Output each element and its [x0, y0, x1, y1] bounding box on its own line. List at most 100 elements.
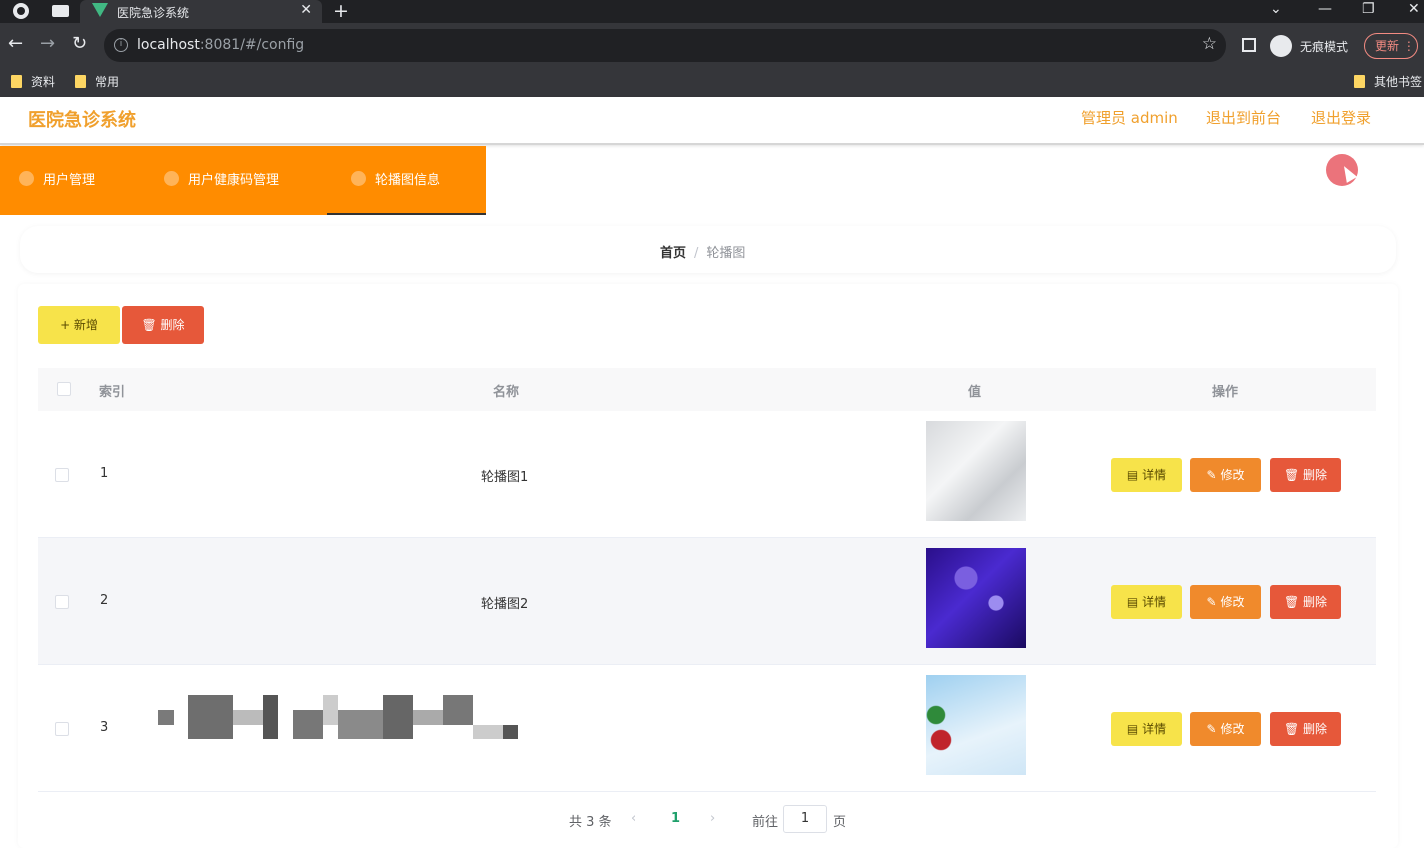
tab-list-chevron-icon[interactable]: ⌄: [1270, 1, 1282, 17]
minimize-icon[interactable]: —: [1318, 1, 1332, 17]
incognito-icon[interactable]: [1270, 35, 1292, 57]
reload-icon[interactable]: ↻: [72, 34, 87, 54]
row-checkbox[interactable]: [55, 722, 69, 736]
folder-icon: [11, 75, 22, 88]
detail-label: 详情: [1142, 595, 1167, 609]
update-button[interactable]: 更新 ⋮: [1364, 33, 1418, 59]
detail-button[interactable]: ▤ 详情: [1111, 585, 1182, 619]
delete-button[interactable]: 🗑 删除: [1270, 585, 1341, 619]
menu-item-label: 用户健康码管理: [188, 173, 280, 188]
browser-tab[interactable]: 医院急诊系统 ✕: [80, 0, 322, 23]
bookmark-star-icon[interactable]: ☆: [1202, 34, 1217, 54]
admin-label: 管理员 admin: [1081, 109, 1178, 127]
address-bar-row: ← → ↻ i localhost:8081/#/config ☆ 无痕模式 更…: [0, 23, 1424, 68]
col-actions: 操作: [1212, 385, 1239, 400]
site-info-icon[interactable]: i: [114, 38, 128, 52]
pencil-icon: ✎: [1206, 468, 1217, 482]
row-checkbox[interactable]: [55, 595, 69, 609]
page-suffix: 页: [833, 815, 847, 830]
app-header: 医院急诊系统 管理员 admin 退出到前台 退出登录: [0, 97, 1424, 145]
pencil-icon: ✎: [1206, 722, 1217, 736]
add-button[interactable]: + 新增: [38, 306, 120, 344]
next-page-icon[interactable]: ›: [710, 811, 715, 826]
trash-icon: 🗑: [141, 318, 157, 332]
select-all-checkbox[interactable]: [57, 382, 71, 396]
globe-icon[interactable]: [13, 3, 29, 19]
batch-delete-button[interactable]: 🗑 删除: [122, 306, 204, 344]
app-title: 医院急诊系统: [28, 110, 136, 131]
browser-tab-strip: 医院急诊系统 ✕ + ⌄ — ❐ ✕: [0, 0, 1424, 23]
edit-button[interactable]: ✎ 修改: [1190, 458, 1261, 492]
bookmark-folder-1[interactable]: 常用: [75, 73, 119, 90]
menu-item-health-code[interactable]: 用户健康码管理: [164, 146, 279, 215]
page-number[interactable]: 1: [671, 811, 680, 826]
pencil-icon: ✎: [1206, 595, 1217, 609]
incognito-label: 无痕模式: [1300, 40, 1349, 54]
trash-icon: 🗑: [1283, 468, 1300, 482]
breadcrumb-bar: 首页 / 轮播图: [20, 226, 1396, 273]
back-icon[interactable]: ←: [8, 34, 23, 54]
close-window-icon[interactable]: ✕: [1408, 1, 1420, 17]
other-bookmarks-label: 其他书签: [1374, 75, 1423, 89]
update-label: 更新: [1375, 39, 1400, 53]
row-name: 轮播图2: [481, 597, 529, 612]
other-bookmarks[interactable]: 其他书签: [1354, 73, 1422, 90]
delete-label: 删除: [160, 318, 185, 332]
forward-icon[interactable]: →: [40, 34, 55, 54]
url-bar[interactable]: i localhost:8081/#/config ☆: [104, 29, 1226, 62]
folder-icon: [75, 75, 86, 88]
bookmark-folder-0[interactable]: 资料: [11, 73, 55, 90]
edit-button[interactable]: ✎ 修改: [1190, 712, 1261, 746]
row-index: 3: [100, 720, 109, 735]
edit-label: 修改: [1220, 468, 1245, 482]
delete-button[interactable]: 🗑 删除: [1270, 458, 1341, 492]
row-index: 1: [100, 466, 109, 481]
carousel-image-thumb[interactable]: [926, 421, 1026, 521]
row-index: 2: [100, 593, 109, 608]
user-icon: [19, 171, 34, 186]
carousel-image-thumb[interactable]: [926, 675, 1026, 775]
tab-search-icon[interactable]: [52, 5, 69, 17]
edit-button[interactable]: ✎ 修改: [1190, 585, 1261, 619]
new-tab-icon[interactable]: +: [333, 0, 349, 22]
table-row: 3 ▤ 详情 ✎ 修改 🗑 删除: [38, 665, 1376, 792]
delete-label: 删除: [1303, 468, 1328, 482]
col-index: 索引: [99, 385, 126, 400]
qrcode-icon: [164, 171, 179, 186]
row-name: 轮播图1: [481, 470, 529, 485]
bookmark-label: 资料: [31, 75, 56, 89]
breadcrumb-home[interactable]: 首页: [660, 246, 686, 261]
page-jump-input[interactable]: 1: [783, 805, 827, 833]
restore-icon[interactable]: ❐: [1362, 1, 1375, 17]
back-to-front-link[interactable]: 退出到前台: [1206, 107, 1281, 128]
folder-icon: [1354, 75, 1365, 88]
detail-label: 详情: [1142, 468, 1167, 482]
menu-item-label: 轮播图信息: [375, 173, 441, 188]
goto-label: 前往: [752, 815, 779, 830]
detail-button[interactable]: ▤ 详情: [1111, 712, 1182, 746]
close-tab-icon[interactable]: ✕: [300, 2, 312, 18]
bookmarks-bar: 资料 常用 其他书签: [0, 68, 1424, 97]
doc-icon: ▤: [1126, 468, 1139, 482]
doc-icon: ▤: [1126, 722, 1139, 736]
menu-item-carousel[interactable]: 轮播图信息: [327, 146, 486, 215]
pagination-total: 共 3 条: [569, 815, 612, 830]
edit-label: 修改: [1220, 595, 1245, 609]
side-panel-icon[interactable]: [1242, 38, 1256, 52]
delete-label: 删除: [1303, 595, 1328, 609]
prev-page-icon[interactable]: ‹: [631, 811, 636, 826]
image-icon: [351, 171, 366, 186]
delete-button[interactable]: 🗑 删除: [1270, 712, 1341, 746]
pixelated-name: [158, 695, 518, 739]
logout-link[interactable]: 退出登录: [1311, 107, 1371, 128]
detail-button[interactable]: ▤ 详情: [1111, 458, 1182, 492]
menu-item-user-management[interactable]: 用户管理: [19, 146, 95, 215]
table-header: 索引 名称 值 操作: [38, 368, 1376, 411]
row-checkbox[interactable]: [55, 468, 69, 482]
top-menu: 用户管理 用户健康码管理 轮播图信息: [0, 146, 486, 215]
table-row: 1 轮播图1 ▤ 详情 ✎ 修改 🗑 删除: [38, 411, 1376, 538]
carousel-image-thumb[interactable]: [926, 548, 1026, 648]
content-card: + 新增 🗑 删除 索引 名称 值 操作 1 轮播图1 ▤ 详情 ✎ 修改 🗑 …: [18, 284, 1398, 848]
col-name: 名称: [493, 385, 520, 400]
vue-logo-icon: [92, 3, 108, 17]
